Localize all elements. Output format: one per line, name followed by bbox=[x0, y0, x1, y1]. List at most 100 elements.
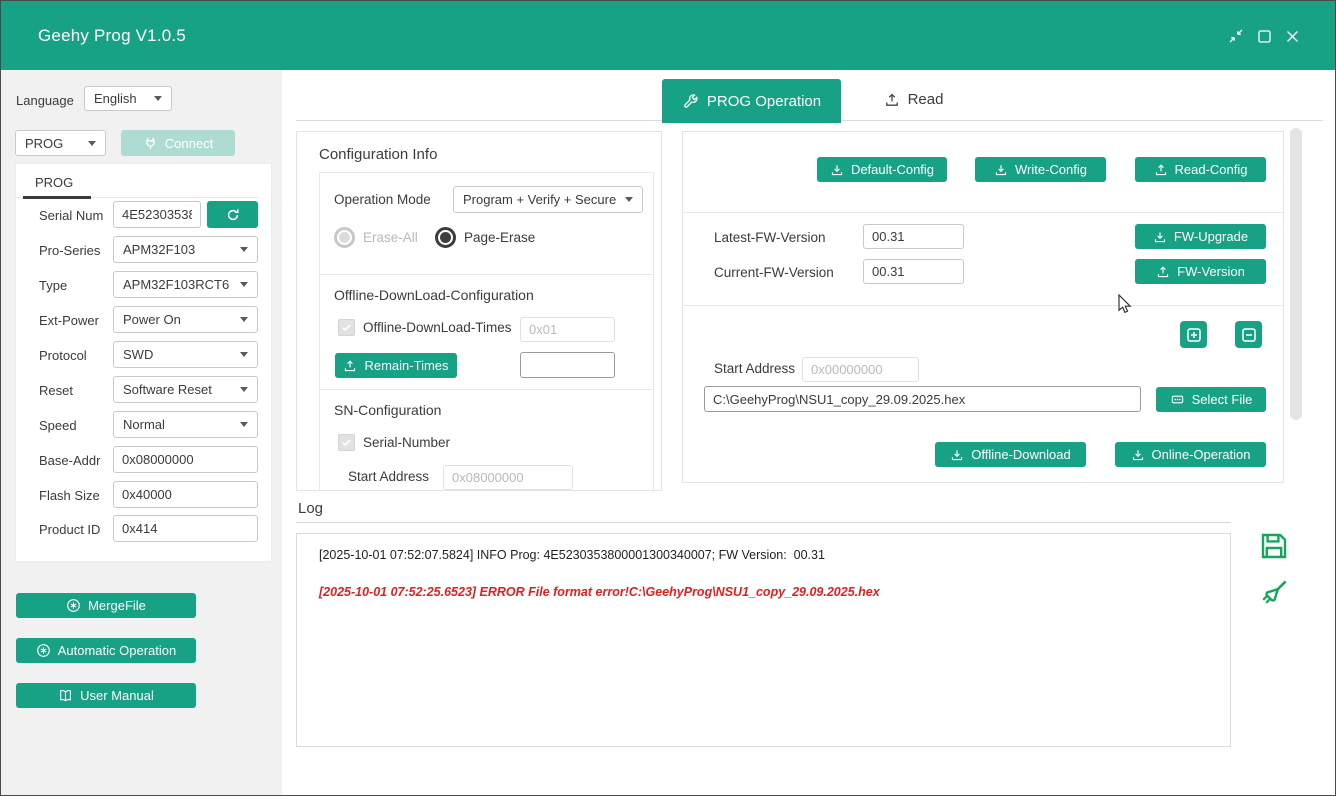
operation-mode-section: Operation Mode Program + Verify + Secure… bbox=[319, 172, 654, 277]
tab-prog-operation[interactable]: PROG Operation bbox=[662, 79, 841, 123]
operation-mode-value: Program + Verify + Secure bbox=[463, 192, 616, 207]
log-box[interactable]: [2025-10-01 07:52:07.5824] INFO Prog: 4E… bbox=[296, 533, 1231, 747]
serial-number-checkbox[interactable] bbox=[338, 434, 355, 451]
maximize-icon bbox=[1257, 29, 1272, 44]
remove-file-row-button[interactable] bbox=[1235, 321, 1262, 348]
language-select[interactable]: English bbox=[84, 86, 172, 111]
ext-power-select[interactable]: Power On bbox=[113, 306, 258, 333]
base-addr-input[interactable] bbox=[113, 446, 258, 473]
serial-num-input[interactable] bbox=[113, 201, 201, 228]
connect-button[interactable]: Connect bbox=[121, 130, 235, 156]
automatic-operation-button[interactable]: Automatic Operation bbox=[16, 638, 196, 663]
pro-series-value: APM32F103 bbox=[123, 242, 195, 257]
download-icon bbox=[830, 163, 844, 177]
broom-icon bbox=[1258, 577, 1290, 609]
maximize-button[interactable] bbox=[1255, 27, 1273, 45]
tab-prog-operation-label: PROG Operation bbox=[707, 93, 821, 110]
read-config-label: Read-Config bbox=[1175, 162, 1248, 177]
erase-all-radio[interactable] bbox=[334, 227, 355, 248]
clear-log-button[interactable] bbox=[1258, 577, 1290, 609]
wrench-icon bbox=[682, 93, 699, 110]
save-floppy-icon bbox=[1258, 530, 1290, 562]
reset-label: Reset bbox=[39, 383, 73, 398]
latest-fw-version-input[interactable] bbox=[863, 224, 964, 249]
online-operation-button[interactable]: Online-Operation bbox=[1115, 442, 1266, 467]
fw-upgrade-label: FW-Upgrade bbox=[1174, 229, 1248, 244]
protocol-select[interactable]: SWD bbox=[113, 341, 258, 368]
latest-fw-version-label: Latest-FW-Version bbox=[714, 230, 826, 245]
page-erase-label: Page-Erase bbox=[464, 230, 535, 245]
file-path-input[interactable] bbox=[704, 386, 1141, 412]
flash-size-label: Flash Size bbox=[39, 488, 100, 503]
fw-version-label: FW-Version bbox=[1177, 264, 1245, 279]
offline-download-button[interactable]: Offline-Download bbox=[935, 442, 1086, 467]
title-bar: Geehy Prog V1.0.5 bbox=[1, 1, 1335, 70]
fw-version-button[interactable]: FW-Version bbox=[1135, 259, 1266, 284]
default-config-button[interactable]: Default-Config bbox=[817, 157, 947, 182]
select-file-label: Select File bbox=[1192, 392, 1253, 407]
type-select[interactable]: APM32F103RCT6 bbox=[113, 271, 258, 298]
read-config-button[interactable]: Read-Config bbox=[1135, 157, 1266, 182]
tab-prog-settings[interactable]: PROG bbox=[35, 175, 73, 190]
add-file-row-button[interactable] bbox=[1180, 321, 1207, 348]
product-id-input[interactable] bbox=[113, 515, 258, 542]
collapse-window-button[interactable] bbox=[1227, 27, 1245, 45]
flash-size-input[interactable] bbox=[113, 481, 258, 508]
ext-power-value: Power On bbox=[123, 312, 181, 327]
page-erase-radio[interactable] bbox=[435, 227, 456, 248]
chevron-down-icon bbox=[240, 247, 248, 252]
merge-file-button[interactable]: MergeFile bbox=[16, 593, 196, 618]
plug-icon bbox=[143, 136, 158, 151]
product-id-label: Product ID bbox=[39, 522, 100, 537]
reset-select[interactable]: Software Reset bbox=[113, 376, 258, 403]
fw-upgrade-button[interactable]: FW-Upgrade bbox=[1135, 224, 1266, 249]
protocol-value: SWD bbox=[123, 347, 153, 362]
start-address-input[interactable] bbox=[802, 357, 919, 382]
merge-file-label: MergeFile bbox=[88, 598, 146, 613]
save-log-button[interactable] bbox=[1258, 530, 1290, 562]
remain-times-button[interactable]: Remain-Times bbox=[335, 353, 457, 378]
chevron-down-icon bbox=[240, 387, 248, 392]
online-operation-label: Online-Operation bbox=[1152, 447, 1251, 462]
mode-select[interactable]: PROG bbox=[15, 130, 106, 156]
start-address-label: Start Address bbox=[714, 361, 795, 376]
speed-select[interactable]: Normal bbox=[113, 411, 258, 438]
user-manual-button[interactable]: User Manual bbox=[16, 683, 196, 708]
page-erase-radio-group[interactable]: Page-Erase bbox=[435, 227, 535, 248]
operation-circle-icon bbox=[36, 643, 51, 658]
remain-times-value-input[interactable] bbox=[520, 352, 615, 378]
offline-times-checkbox[interactable] bbox=[338, 319, 355, 336]
operation-panel: Default-Config Write-Config Read-Config … bbox=[682, 131, 1284, 483]
speed-value: Normal bbox=[123, 417, 165, 432]
upload-icon bbox=[1154, 163, 1168, 177]
connect-label: Connect bbox=[165, 136, 213, 151]
vertical-scrollbar[interactable] bbox=[1290, 128, 1302, 420]
erase-all-radio-group[interactable]: Erase-All bbox=[334, 227, 418, 248]
operation-mode-select[interactable]: Program + Verify + Secure bbox=[453, 186, 643, 213]
mode-value: PROG bbox=[25, 136, 63, 151]
sn-start-address-input[interactable] bbox=[443, 465, 573, 490]
default-config-label: Default-Config bbox=[851, 162, 934, 177]
close-button[interactable] bbox=[1283, 27, 1301, 45]
collapse-icon bbox=[1228, 28, 1244, 44]
select-file-button[interactable]: Select File bbox=[1156, 387, 1266, 412]
configuration-info-panel: Configuration Info Operation Mode Progra… bbox=[296, 131, 662, 491]
log-entry-error: [2025-10-01 07:52:25.6523] ERROR File fo… bbox=[319, 585, 1208, 599]
tab-read[interactable]: Read bbox=[841, 79, 986, 120]
current-fw-version-label: Current-FW-Version bbox=[714, 265, 834, 280]
close-icon bbox=[1285, 29, 1300, 44]
download-icon bbox=[1153, 230, 1167, 244]
refresh-serial-button[interactable] bbox=[207, 201, 258, 228]
section-divider bbox=[683, 305, 1285, 306]
write-config-button[interactable]: Write-Config bbox=[975, 157, 1106, 182]
chevron-down-icon bbox=[240, 422, 248, 427]
reset-value: Software Reset bbox=[123, 382, 212, 397]
user-manual-label: User Manual bbox=[80, 688, 154, 703]
sn-start-address-label: Start Address bbox=[348, 469, 429, 484]
pro-series-select[interactable]: APM32F103 bbox=[113, 236, 258, 263]
upload-icon bbox=[1156, 265, 1170, 279]
chevron-down-icon bbox=[240, 317, 248, 322]
offline-times-input[interactable] bbox=[520, 317, 615, 342]
book-icon bbox=[58, 688, 73, 703]
current-fw-version-input[interactable] bbox=[863, 259, 964, 284]
